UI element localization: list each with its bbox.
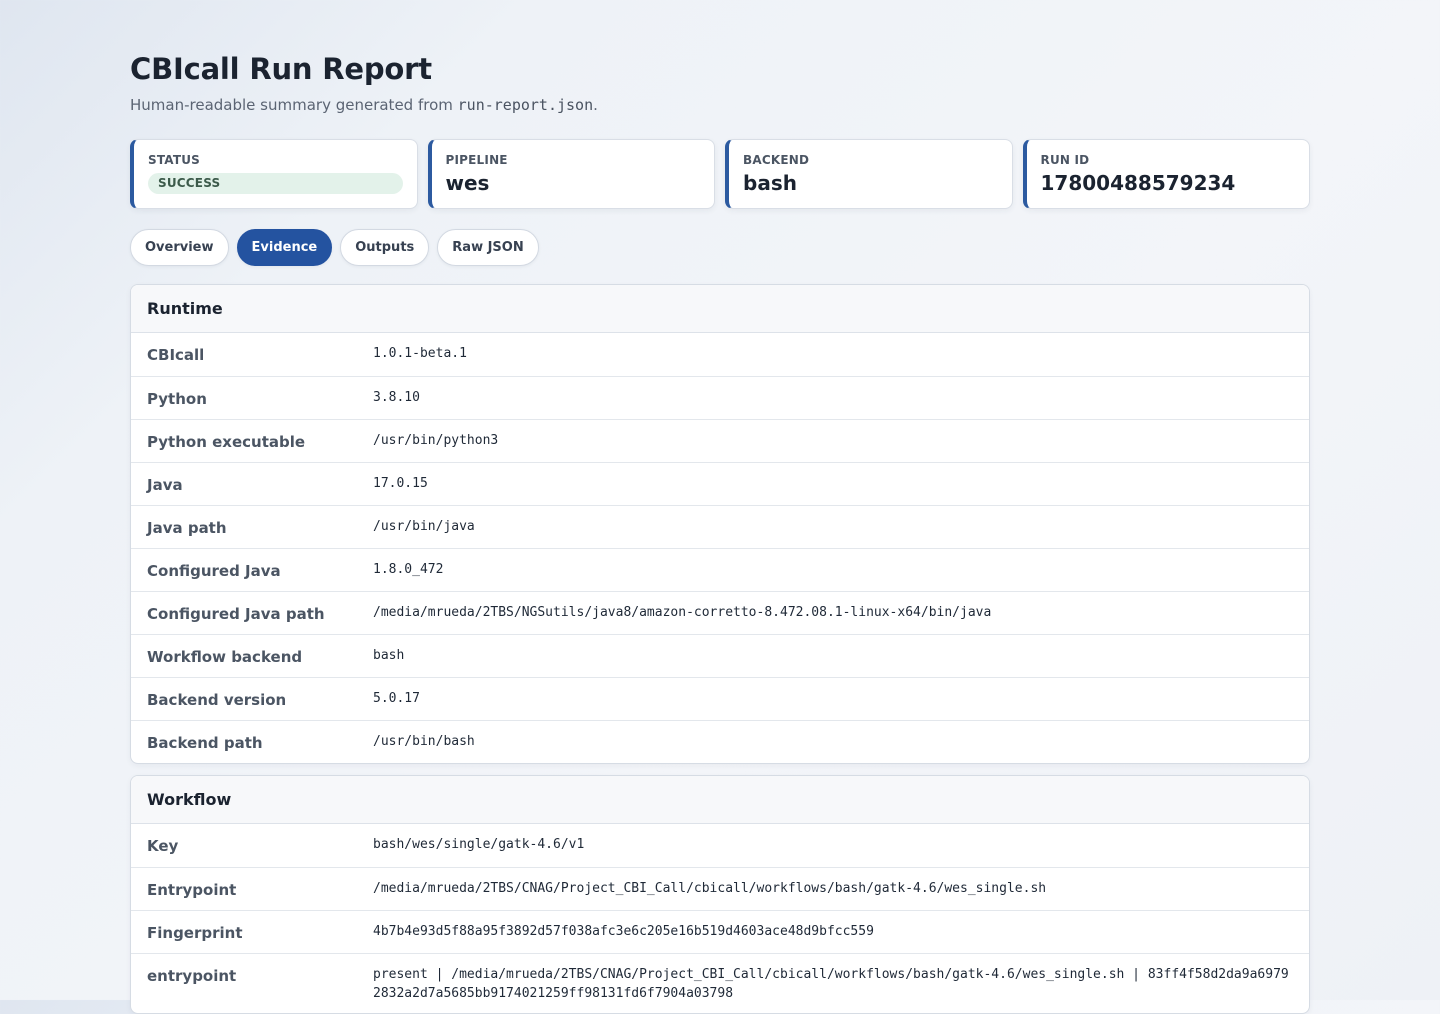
row-key: Configured Java <box>147 562 281 580</box>
tab-bar: Overview Evidence Outputs Raw JSON <box>130 229 539 266</box>
row-value: 5.0.17 <box>373 691 420 706</box>
page-subtitle: Human-readable summary generated from ru… <box>130 96 598 114</box>
table-row: Backend path/usr/bin/bash <box>131 720 1309 763</box>
row-key: Workflow backend <box>147 648 303 666</box>
table-row: Entrypoint/media/mrueda/2TBS/CNAG/Projec… <box>131 867 1309 910</box>
table-row: CBIcall 1.0.1-beta.1 <box>131 333 1309 376</box>
row-key: entrypoint <box>147 967 237 985</box>
table-row: Configured Java path/media/mrueda/2TBS/N… <box>131 591 1309 634</box>
table-row: Key bash/wes/single/gatk-4.6/v1 <box>131 824 1309 867</box>
row-key: Backend path <box>147 734 263 752</box>
backend-card-value: bash <box>743 171 797 195</box>
row-value: present | /media/mrueda/2TBS/CNAG/Projec… <box>373 967 1289 1001</box>
pipeline-card-label: PIPELINE <box>445 153 508 167</box>
pipeline-card-value: wes <box>445 171 490 195</box>
row-value: bash/wes/single/gatk-4.6/v1 <box>373 837 585 852</box>
row-value: bash <box>373 648 405 663</box>
summary-cards: STATUS SUCCESS PIPELINE wes BACKEND bash… <box>130 139 1310 209</box>
row-value: 3.8.10 <box>373 390 420 405</box>
row-key: Java path <box>147 519 227 537</box>
row-key: Fingerprint <box>147 924 243 942</box>
row-key: Configured Java path <box>147 605 325 623</box>
tab-overview[interactable]: Overview <box>130 229 229 266</box>
row-value: /media/mrueda/2TBS/CNAG/Project_CBI_Call… <box>373 881 1047 896</box>
run-id-card: RUN ID 17800488579234 <box>1022 139 1310 209</box>
workflow-section: Workflow Key bash/wes/single/gatk-4.6/v1 … <box>130 775 1310 1014</box>
table-row: entrypoint present | /media/mrueda/2TBS/C… <box>131 953 1309 1013</box>
row-value: /usr/bin/java <box>373 519 475 534</box>
table-row: Workflow backend bash <box>131 634 1309 677</box>
subtitle-prefix: Human-readable summary generated from <box>130 96 453 114</box>
tab-raw-json[interactable]: Raw JSON <box>437 229 539 266</box>
runtime-section: Runtime CBIcall 1.0.1-beta.1 Python 3.8.10… <box>130 284 1310 764</box>
table-row: Python executable/usr/bin/python3 <box>131 419 1309 462</box>
row-key: CBIcall <box>147 346 205 364</box>
table-row: Fingerprint 4b7b4e93d5f88a95f3892d57f038a… <box>131 910 1309 953</box>
backend-card-label: BACKEND <box>743 153 810 167</box>
row-key: Backend version <box>147 691 287 709</box>
row-key: Key <box>147 837 179 855</box>
status-card: STATUS SUCCESS <box>130 139 418 209</box>
table-row: Java 17.0.15 <box>131 462 1309 505</box>
pipeline-card: PIPELINE wes <box>427 139 715 209</box>
table-row: Backend version 5.0.17 <box>131 677 1309 720</box>
row-value: /usr/bin/bash <box>373 734 475 749</box>
page-title: CBIcall Run Report <box>130 52 432 86</box>
subtitle-filename: run-report.json <box>457 96 594 114</box>
row-value: 1.8.0_472 <box>373 562 444 577</box>
row-key: Entrypoint <box>147 881 237 899</box>
row-key: Python <box>147 390 207 408</box>
workflow-section-title: Workflow <box>131 776 1309 824</box>
table-row: Configured Java 1.8.0_472 <box>131 548 1309 591</box>
workflow-table: Key bash/wes/single/gatk-4.6/v1 Entrypoin… <box>131 824 1309 1013</box>
row-value: 17.0.15 <box>373 476 428 491</box>
table-row: Python 3.8.10 <box>131 376 1309 419</box>
tab-outputs[interactable]: Outputs <box>340 229 430 266</box>
row-key: Python executable <box>147 433 306 451</box>
row-value: /media/mrueda/2TBS/NGSutils/java8/amazon… <box>373 605 992 620</box>
status-badge: SUCCESS <box>148 173 403 194</box>
row-value: 1.0.1-beta.1 <box>373 346 467 361</box>
row-key: Java <box>147 476 183 494</box>
subtitle-suffix: . <box>593 96 598 114</box>
row-value: /usr/bin/python3 <box>373 433 499 448</box>
row-value: 4b7b4e93d5f88a95f3892d57f038afc3e6c205e1… <box>373 924 874 939</box>
tab-evidence[interactable]: Evidence <box>236 229 333 266</box>
run-id-card-value: 17800488579234 <box>1040 171 1236 195</box>
status-card-label: STATUS <box>148 153 201 167</box>
runtime-section-title: Runtime <box>131 285 1309 333</box>
run-id-card-label: RUN ID <box>1040 153 1090 167</box>
backend-card: BACKEND bash <box>725 139 1013 209</box>
table-row: Java path/usr/bin/java <box>131 505 1309 548</box>
runtime-table: CBIcall 1.0.1-beta.1 Python 3.8.10 Python … <box>131 333 1309 763</box>
